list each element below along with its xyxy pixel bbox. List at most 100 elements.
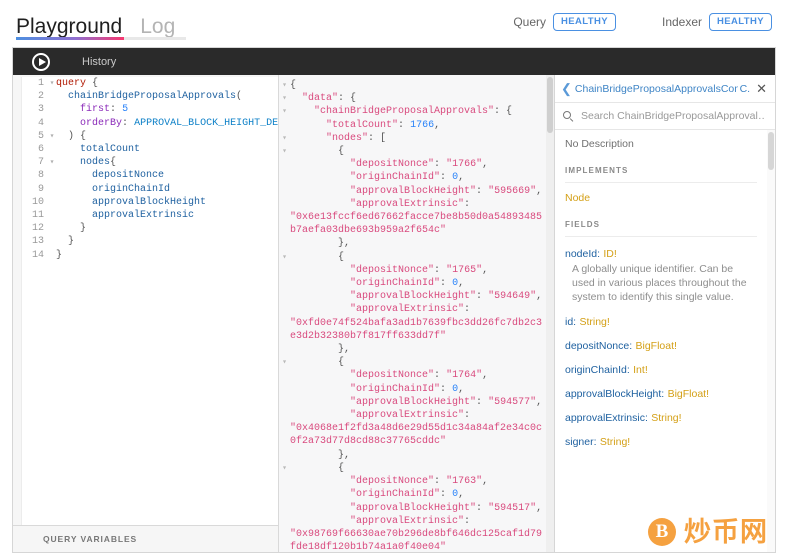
- line-number: 13: [31, 236, 44, 248]
- docs-field-name[interactable]: approvalExtrinsic:: [565, 412, 648, 424]
- result-line: ▾ {: [279, 462, 546, 475]
- docs-field-type[interactable]: Int!: [633, 364, 648, 376]
- fold-toggle-icon[interactable]: ▾: [279, 105, 290, 118]
- line-code: totalCount: [80, 144, 141, 156]
- docs-field: approvalExtrinsic: String!: [565, 410, 757, 424]
- line-number: 2: [37, 91, 44, 103]
- line-code: approvalBlockHeight: [92, 196, 207, 208]
- fold-toggle-icon[interactable]: ▾: [48, 156, 56, 169]
- result-line: "0x6e13fccf6ed67662facce7be8b50d0a548934…: [279, 211, 546, 237]
- result-line: ▾ {: [279, 251, 546, 264]
- docs-field-name[interactable]: depositNonce:: [565, 340, 632, 352]
- graphiql-container: History 1 ▾ query {2 chainBridgeProposalAp…: [12, 47, 776, 553]
- line-code: first: 5: [80, 104, 129, 116]
- result-line: ▾ {: [279, 145, 546, 158]
- docs-field-type[interactable]: String!: [600, 436, 630, 448]
- line-number: 9: [37, 183, 44, 195]
- line-code: },: [338, 449, 351, 461]
- fold-toggle-icon[interactable]: ▾: [279, 92, 290, 105]
- result-line: "approvalExtrinsic":: [279, 303, 546, 316]
- docs-field: originChainId: Int!: [565, 362, 757, 376]
- result-line: "0x98769f66630ae70b296de8bf646dc125caf1d…: [279, 528, 546, 552]
- line-code: "depositNonce": "1766",: [350, 159, 489, 171]
- line-code: {: [338, 146, 345, 158]
- result-line: "originChainId": 0,: [279, 277, 546, 290]
- result-line: ▾ "nodes": [: [279, 132, 546, 145]
- query-editor-pane: 1 ▾ query {2 chainBridgeProposalApprovals(…: [13, 75, 279, 552]
- fold-toggle-icon[interactable]: ▾: [279, 132, 290, 145]
- docs-field: approvalBlockHeight: BigFloat!: [565, 386, 757, 400]
- docs-fields-list: nodeId: ID! A globally unique identifier.…: [565, 246, 757, 448]
- docs-implements-node[interactable]: Node: [565, 192, 757, 204]
- line-number: 1: [37, 78, 44, 89]
- result-line: "0x4068e1f2fd3a48d6e29d55d1c34a84af2e34c…: [279, 422, 546, 448]
- line-code: "originChainId": 0,: [350, 278, 465, 290]
- docs-divider: [565, 182, 757, 183]
- docs-description: No Description: [565, 138, 634, 150]
- result-line: ▾ {: [279, 356, 546, 369]
- result-line: "originChainId": 0,: [279, 383, 546, 396]
- fold-toggle-icon[interactable]: ▾: [279, 145, 290, 158]
- line-code: "totalCount": 1766,: [326, 119, 441, 131]
- result-viewer[interactable]: ▾{▾ "data": {▾ "chainBridgeProposalAppro…: [279, 75, 546, 552]
- line-code: "0xfd0e74f524bafa3ad1b7639fbc3dd26fc7db2…: [290, 317, 543, 342]
- line-code: originChainId: [92, 183, 171, 195]
- docs-field-type[interactable]: BigFloat!: [635, 340, 676, 352]
- result-line: "approvalExtrinsic":: [279, 515, 546, 528]
- docs-field-type[interactable]: ID!: [603, 248, 616, 260]
- docs-field-name[interactable]: approvalBlockHeight:: [565, 388, 664, 400]
- query-editor[interactable]: 1 ▾ query {2 chainBridgeProposalApprovals(…: [21, 77, 278, 525]
- line-number: 10: [31, 196, 44, 208]
- fold-toggle-icon[interactable]: ▾: [48, 77, 56, 90]
- history-button[interactable]: History: [82, 56, 116, 68]
- docs-search-input[interactable]: [579, 109, 767, 123]
- editor-line: 9 originChainId: [22, 183, 278, 196]
- editor-line: 12 }: [22, 222, 278, 235]
- docs-field-name[interactable]: originChainId:: [565, 364, 630, 376]
- line-code: }: [80, 223, 87, 235]
- line-code: orderBy: APPROVAL_BLOCK_HEIGHT_DESC: [80, 117, 278, 129]
- docs-field: nodeId: ID! A globally unique identifier.…: [565, 246, 757, 304]
- line-code: },: [338, 344, 351, 356]
- search-icon: [563, 110, 574, 122]
- status-query-badge: HEALTHY: [553, 13, 616, 31]
- docs-field: id: String!: [565, 314, 757, 328]
- result-line: "depositNonce": "1763",: [279, 475, 546, 488]
- editor-line: 5 ▾ ) {: [22, 130, 278, 143]
- query-variables-bar[interactable]: QUERY VARIABLES: [13, 525, 278, 552]
- result-line: "depositNonce": "1764",: [279, 369, 546, 382]
- docs-field-name[interactable]: nodeId:: [565, 248, 600, 260]
- line-code: "originChainId": 0,: [350, 383, 465, 395]
- docs-field-name[interactable]: id:: [565, 316, 576, 328]
- docs-field-name[interactable]: signer:: [565, 436, 597, 448]
- line-number: 8: [37, 170, 44, 182]
- close-icon[interactable]: ✕: [756, 82, 769, 95]
- chevron-left-icon[interactable]: ❮: [561, 82, 572, 95]
- docs-field-type[interactable]: String!: [579, 316, 609, 328]
- result-line: "approvalBlockHeight": "594577",: [279, 396, 546, 409]
- docs-content: No Description IMPLEMENTS Node FIELDS no…: [555, 130, 775, 552]
- line-code: "originChainId": 0,: [350, 489, 465, 501]
- fold-toggle-icon[interactable]: ▾: [279, 356, 290, 369]
- docs-field-type[interactable]: String!: [651, 412, 681, 424]
- docs-field-type[interactable]: BigFloat!: [668, 388, 709, 400]
- result-line: ▾ "chainBridgeProposalApprovals": {: [279, 105, 546, 118]
- fold-toggle-icon[interactable]: ▾: [279, 79, 290, 92]
- docs-body: No Description IMPLEMENTS Node FIELDS no…: [555, 130, 767, 552]
- line-code: }: [56, 249, 63, 261]
- status-query: Query HEALTHY: [513, 13, 616, 31]
- line-code: "approvalBlockHeight": "594577",: [350, 396, 543, 408]
- docs-scrollbar[interactable]: [767, 130, 775, 552]
- docs-divider: [565, 236, 757, 237]
- line-code: }: [68, 236, 75, 248]
- fold-toggle-icon[interactable]: ▾: [279, 462, 290, 475]
- result-line: "approvalBlockHeight": "594517",: [279, 502, 546, 515]
- result-line: ▾ "data": {: [279, 92, 546, 105]
- fold-toggle-icon[interactable]: ▾: [48, 130, 56, 143]
- docs-scrollbar-thumb[interactable]: [768, 132, 774, 170]
- line-code: {: [290, 80, 297, 91]
- fold-toggle-icon[interactable]: ▾: [279, 251, 290, 264]
- result-scrollbar-thumb[interactable]: [547, 77, 553, 133]
- result-scrollbar[interactable]: [546, 75, 554, 552]
- play-circle-icon[interactable]: [32, 52, 50, 71]
